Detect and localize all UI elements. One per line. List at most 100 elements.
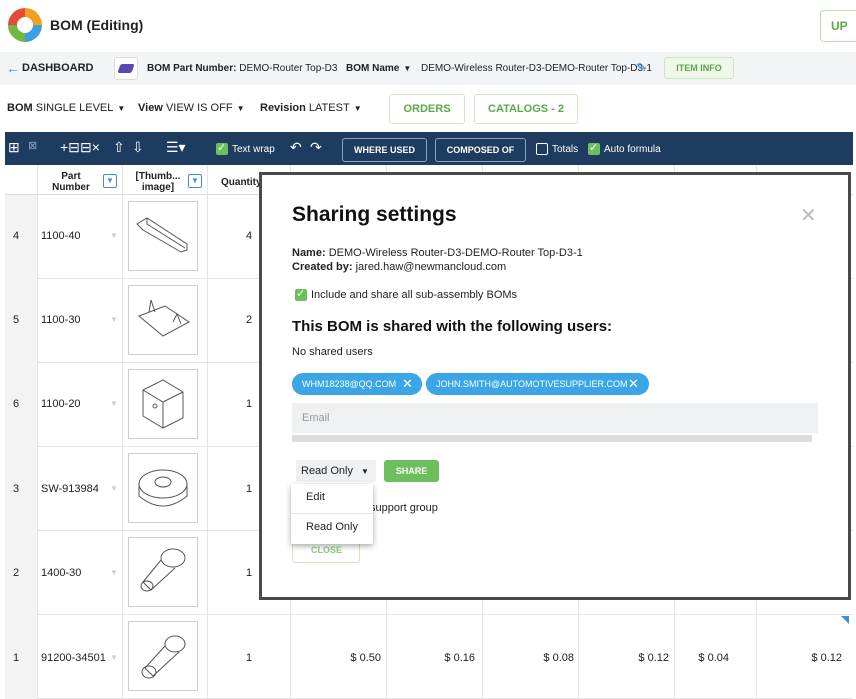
part-number-cell[interactable]: 1400-30: [41, 567, 81, 579]
chip-label: JOHN.SMITH@AUTOMOTIVESUPPLIER.COM: [436, 379, 628, 389]
app-logo-icon[interactable]: [8, 8, 42, 42]
back-arrow-icon[interactable]: ←: [6, 60, 20, 76]
price-cell[interactable]: $ 0.08: [524, 652, 574, 664]
bom-level-select[interactable]: BOM SINGLE LEVEL ▼: [7, 102, 125, 114]
quantity-cell[interactable]: 2: [246, 314, 252, 326]
bom-name-value: DEMO-Wireless Router-D3-DEMO-Router Top-…: [421, 63, 652, 74]
include-subassembly-label: Include and share all sub-assembly BOMs: [311, 289, 518, 301]
quantity-cell[interactable]: 1: [246, 652, 252, 664]
sort-icon: ▼: [110, 484, 118, 493]
revision-label: Revision: [260, 102, 306, 114]
dashboard-link[interactable]: DASHBOARD: [22, 62, 94, 74]
email-input[interactable]: [292, 403, 818, 433]
row-number: 6: [13, 398, 20, 410]
price-cell[interactable]: $ 0.04: [679, 652, 729, 664]
orders-button[interactable]: ORDERS: [389, 94, 465, 124]
quantity-cell[interactable]: 1: [246, 483, 252, 495]
revision-value: LATEST: [308, 102, 350, 114]
part-number-cell[interactable]: 1100-40: [41, 230, 81, 242]
filter-icon[interactable]: ▼: [188, 174, 202, 188]
catalogs-button[interactable]: CATALOGS - 2: [474, 94, 578, 124]
row-index-cell: [5, 447, 37, 531]
redo-icon[interactable]: ↷: [310, 139, 322, 156]
delete-row-icon[interactable]: ⊟×: [80, 139, 100, 156]
align-icon[interactable]: ☰▾: [166, 139, 186, 156]
sort-icon: ▼: [110, 231, 118, 240]
undo-icon[interactable]: ↶: [290, 139, 302, 156]
bom-part-number-label: BOM Part Number:: [147, 63, 237, 74]
dropdown-option-read-only[interactable]: Read Only: [306, 521, 358, 533]
row-number: 2: [13, 567, 20, 579]
part-number-cell[interactable]: SW-913984: [41, 483, 99, 495]
chevron-down-icon: ▼: [236, 104, 245, 113]
part-thumbnail-image[interactable]: [128, 537, 198, 607]
horizontal-scrollbar[interactable]: [292, 435, 812, 442]
sort-icon: ▼: [110, 653, 118, 662]
row-index-cell: [5, 279, 37, 363]
remove-chip-icon[interactable]: ✕: [402, 376, 413, 392]
price-cell[interactable]: $ 0.12: [619, 652, 669, 664]
sort-icon: ▼: [110, 399, 118, 408]
move-down-icon[interactable]: ⇩: [132, 139, 144, 156]
bom-name-dropdown[interactable]: BOM Name ▼: [346, 63, 411, 74]
part-thumbnail-image[interactable]: [128, 201, 198, 271]
part-thumbnail-image[interactable]: [128, 453, 198, 523]
collapse-icon[interactable]: ⊠: [28, 139, 37, 152]
price-cell[interactable]: $ 0.16: [425, 652, 475, 664]
where-used-button[interactable]: WHERE USED: [342, 138, 427, 162]
filter-icon[interactable]: ▼: [103, 174, 117, 188]
no-shared-users-text: No shared users: [292, 346, 373, 358]
user-chip[interactable]: JOHN.SMITH@AUTOMOTIVESUPPLIER.COM ✕: [426, 373, 649, 395]
include-subassembly-checkbox[interactable]: [295, 287, 307, 301]
part-number-cell[interactable]: 1100-20: [41, 398, 81, 410]
price-cell[interactable]: $ 0.12: [792, 652, 842, 664]
row-number: 5: [13, 314, 20, 326]
revision-select[interactable]: Revision LATEST ▼: [260, 102, 362, 114]
share-button[interactable]: SHARE: [384, 460, 439, 482]
text-wrap-label: Text wrap: [232, 144, 275, 155]
composed-of-button[interactable]: COMPOSED OF: [435, 138, 526, 162]
permission-select[interactable]: Read Only ▼: [296, 460, 376, 482]
view-label: View: [138, 102, 163, 114]
quantity-header[interactable]: Quantity: [221, 177, 262, 188]
sort-icon: ▼: [110, 568, 118, 577]
edit-pencil-icon[interactable]: ✎: [636, 60, 647, 76]
item-info-button[interactable]: ITEM INFO: [664, 57, 734, 79]
part-thumbnail: [114, 57, 138, 80]
thumbnail-header[interactable]: [Thumb... image]: [133, 171, 183, 193]
shared-users-heading: This BOM is shared with the following us…: [292, 318, 613, 335]
quantity-cell[interactable]: 1: [246, 567, 252, 579]
price-cell[interactable]: $ 0.50: [331, 652, 381, 664]
view-value: VIEW IS OFF: [165, 102, 233, 114]
auto-formula-checkbox[interactable]: [588, 141, 600, 155]
bom-level-label: BOM: [7, 102, 33, 114]
row-index-cell: [5, 615, 37, 699]
chevron-down-icon: ▼: [117, 104, 126, 113]
insert-row-icon[interactable]: +⊟: [60, 139, 80, 156]
text-wrap-checkbox[interactable]: [216, 141, 228, 155]
part-number-cell[interactable]: 91200-34501: [41, 652, 106, 664]
hierarchy-icon[interactable]: ⊞: [8, 139, 20, 156]
move-up-icon[interactable]: ⇧: [113, 139, 125, 156]
quantity-cell[interactable]: 1: [246, 398, 252, 410]
row-number: 1: [13, 652, 20, 664]
view-select[interactable]: View VIEW IS OFF ▼: [138, 102, 244, 114]
chevron-down-icon: ▼: [353, 104, 362, 113]
upload-button[interactable]: UP: [820, 10, 856, 42]
close-icon[interactable]: ✕: [800, 203, 817, 228]
dialog-title: Sharing settings: [292, 203, 457, 226]
part-number-header[interactable]: Part Number: [48, 171, 94, 193]
chip-label: WHM18238@QQ.COM: [302, 379, 397, 389]
quantity-cell[interactable]: 4: [246, 230, 252, 242]
part-thumbnail-image[interactable]: [128, 369, 198, 439]
created-by-line: Created by: jared.haw@newmancloud.com: [292, 261, 506, 273]
part-number-cell[interactable]: 1100-30: [41, 314, 81, 326]
page-title: BOM (Editing): [50, 17, 144, 33]
part-thumbnail-image[interactable]: [128, 621, 198, 691]
dropdown-option-edit[interactable]: Edit: [306, 491, 325, 503]
part-thumbnail-image[interactable]: [128, 285, 198, 355]
user-chip[interactable]: WHM18238@QQ.COM ✕: [292, 373, 422, 395]
totals-checkbox[interactable]: [536, 143, 548, 155]
remove-chip-icon[interactable]: ✕: [628, 376, 639, 392]
auto-formula-label: Auto formula: [604, 144, 661, 155]
